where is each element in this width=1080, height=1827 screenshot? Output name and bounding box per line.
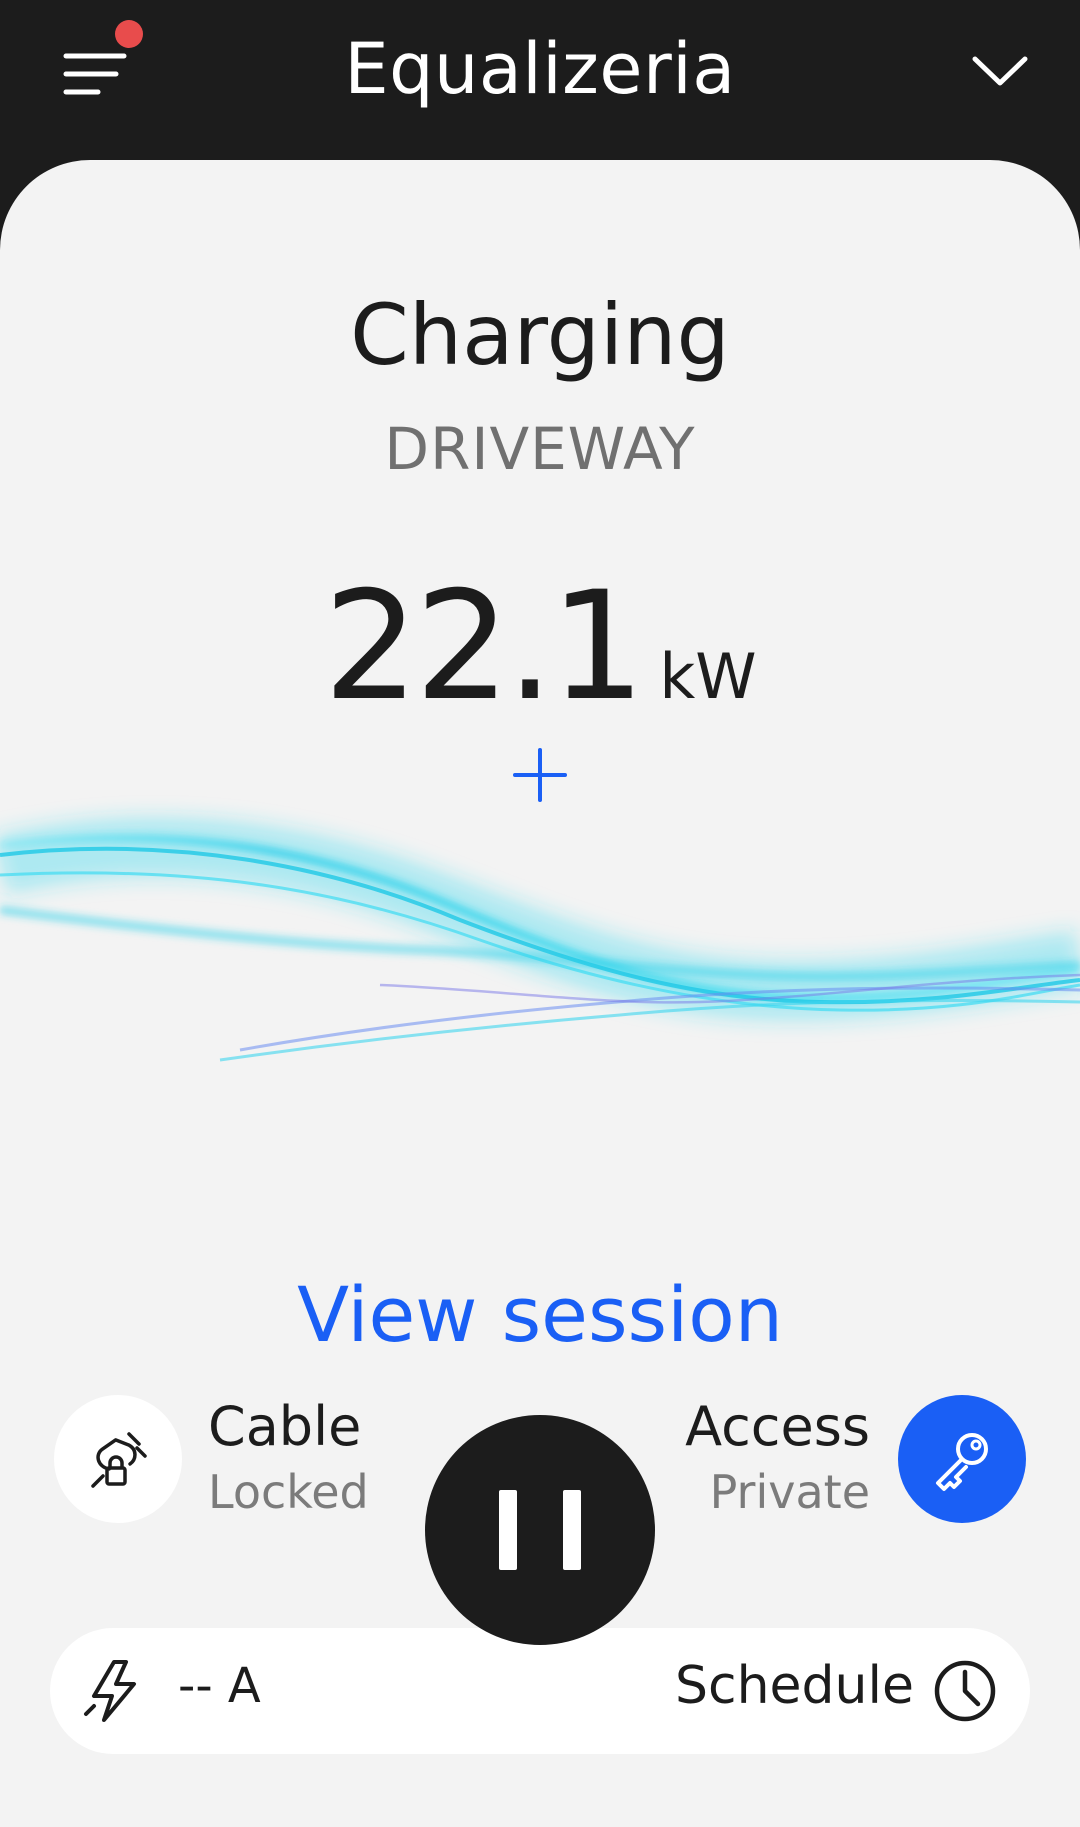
view-session-link[interactable]: View session xyxy=(0,1270,1080,1359)
cable-label: Cable xyxy=(208,1395,362,1458)
charging-wave-animation xyxy=(0,817,1080,1062)
access-button[interactable] xyxy=(898,1395,1026,1523)
schedule-button[interactable]: Schedule xyxy=(675,1656,914,1716)
cable-lock-button[interactable] xyxy=(54,1395,182,1523)
charger-name: DRIVEWAY xyxy=(384,415,696,483)
key-icon xyxy=(936,1433,988,1491)
control-bar: -- A Schedule xyxy=(50,1628,1030,1754)
app-title: Equalizeria xyxy=(344,28,736,110)
charging-status: Charging xyxy=(350,286,730,384)
pause-icon-bar xyxy=(563,1490,581,1570)
access-state: Private xyxy=(709,1465,870,1519)
pause-charging-button[interactable] xyxy=(425,1415,655,1645)
plug-lock-icon xyxy=(91,1432,147,1488)
site-selector-button[interactable] xyxy=(965,45,1035,95)
power-value: 22.1 xyxy=(323,560,645,734)
cable-state: Locked xyxy=(208,1465,369,1519)
power-readout: 22.1 kW xyxy=(0,560,1080,734)
chevron-down-icon xyxy=(972,56,1028,86)
current-limit-value[interactable]: -- A xyxy=(178,1658,261,1714)
clock-icon[interactable] xyxy=(930,1656,1000,1726)
pause-icon xyxy=(499,1490,517,1570)
power-unit: kW xyxy=(659,640,757,713)
bolt-icon[interactable] xyxy=(80,1656,150,1726)
app-header: Equalizeria xyxy=(0,0,1080,170)
access-label: Access xyxy=(685,1395,870,1458)
